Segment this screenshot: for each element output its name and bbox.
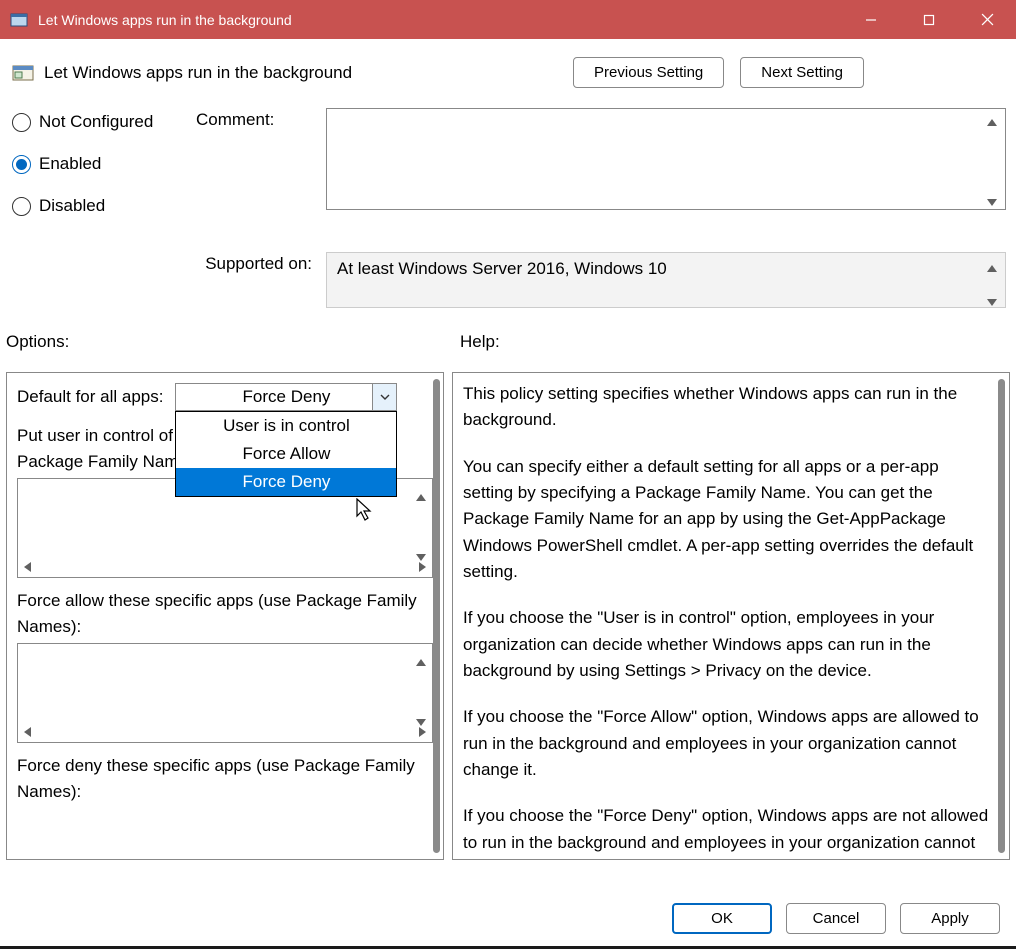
- combo-option-force-allow[interactable]: Force Allow: [176, 440, 396, 468]
- help-panel: This policy setting specifies whether Wi…: [452, 372, 1010, 860]
- radio-icon: [12, 155, 31, 174]
- default-for-all-apps-label: Default for all apps:: [17, 384, 163, 410]
- combobox-dropdown: User is in control Force Allow Force Den…: [175, 411, 397, 497]
- force-allow-label: Force allow these specific apps (use Pac…: [17, 588, 433, 639]
- close-button[interactable]: [958, 0, 1016, 39]
- help-scrollbar[interactable]: [998, 379, 1005, 853]
- help-paragraph: If you choose the "User is in control" o…: [463, 605, 989, 684]
- titlebar: Let Windows apps run in the background: [0, 0, 1016, 39]
- horizontal-scrollbar[interactable]: [18, 557, 432, 577]
- options-scrollbar[interactable]: [433, 379, 440, 853]
- window-system-icon: [10, 11, 28, 29]
- help-label: Help:: [460, 332, 500, 352]
- supported-on-field: At least Windows Server 2016, Windows 10: [326, 252, 1006, 308]
- gpedit-policy-window: Let Windows apps run in the background L…: [0, 0, 1016, 946]
- combobox-display[interactable]: Force Deny: [175, 383, 397, 411]
- state-radio-group: Not Configured Enabled Disabled: [12, 108, 196, 238]
- scroll-left-icon[interactable]: [24, 562, 31, 572]
- scroll-down-icon[interactable]: [416, 543, 428, 555]
- force-allow-listbox[interactable]: [17, 643, 433, 743]
- radio-label: Disabled: [39, 196, 105, 216]
- upper-fields: [326, 108, 1006, 238]
- supported-label: Supported on:: [196, 252, 326, 274]
- help-paragraph: You can specify either a default setting…: [463, 454, 989, 586]
- options-panel: Default for all apps: Force Deny User is…: [6, 372, 444, 860]
- force-deny-label: Force deny these specific apps (use Pack…: [17, 753, 433, 804]
- chevron-down-icon[interactable]: [372, 384, 396, 410]
- maximize-button[interactable]: [900, 0, 958, 39]
- supported-row: Supported on: At least Windows Server 20…: [0, 238, 1016, 308]
- apply-button[interactable]: Apply: [900, 903, 1000, 934]
- policy-icon: [12, 62, 34, 84]
- scroll-up-icon[interactable]: [416, 483, 428, 495]
- policy-header: Let Windows apps run in the background P…: [0, 39, 1016, 88]
- comment-label: Comment:: [196, 108, 326, 238]
- nav-buttons: Previous Setting Next Setting: [573, 57, 864, 88]
- scroll-left-icon[interactable]: [24, 727, 31, 737]
- scroll-right-icon[interactable]: [419, 727, 426, 737]
- scroll-down-icon[interactable]: [987, 193, 999, 205]
- radio-not-configured[interactable]: Not Configured: [12, 112, 196, 132]
- next-setting-button[interactable]: Next Setting: [740, 57, 864, 88]
- help-paragraph: If you choose the "Force Allow" option, …: [463, 704, 989, 783]
- scroll-up-icon[interactable]: [987, 113, 999, 125]
- scroll-up-icon[interactable]: [416, 648, 428, 660]
- comment-textarea[interactable]: [326, 108, 1006, 210]
- radio-disabled[interactable]: Disabled: [12, 196, 196, 216]
- footer-buttons: OK Cancel Apply: [672, 903, 1000, 934]
- combo-option-force-deny[interactable]: Force Deny: [176, 468, 396, 496]
- scroll-right-icon[interactable]: [419, 562, 426, 572]
- previous-setting-button[interactable]: Previous Setting: [573, 57, 724, 88]
- combo-option-user-in-control[interactable]: User is in control: [176, 412, 396, 440]
- help-paragraph: This policy setting specifies whether Wi…: [463, 381, 989, 434]
- help-paragraph: If you choose the "Force Deny" option, W…: [463, 803, 989, 860]
- radio-icon: [12, 113, 31, 132]
- radio-icon: [12, 197, 31, 216]
- window-buttons: [842, 0, 1016, 39]
- section-labels: Options: Help:: [0, 308, 1016, 352]
- policy-title: Let Windows apps run in the background: [44, 63, 573, 83]
- cancel-button[interactable]: Cancel: [786, 903, 886, 934]
- scroll-down-icon[interactable]: [987, 291, 999, 303]
- ok-button[interactable]: OK: [672, 903, 772, 934]
- options-label: Options:: [6, 332, 460, 352]
- scroll-up-icon[interactable]: [987, 257, 999, 269]
- radio-label: Not Configured: [39, 112, 153, 132]
- combobox-value: Force Deny: [243, 384, 331, 410]
- lower-section: Default for all apps: Force Deny User is…: [0, 352, 1016, 860]
- upper-section: Not Configured Enabled Disabled Comment:: [0, 88, 1016, 238]
- horizontal-scrollbar[interactable]: [18, 722, 432, 742]
- default-for-all-apps-row: Default for all apps: Force Deny User is…: [17, 383, 433, 411]
- radio-enabled[interactable]: Enabled: [12, 154, 196, 174]
- default-apps-combobox[interactable]: Force Deny User is in control Force Allo…: [175, 383, 397, 411]
- window-title: Let Windows apps run in the background: [38, 12, 842, 28]
- minimize-button[interactable]: [842, 0, 900, 39]
- supported-on-value: At least Windows Server 2016, Windows 10: [337, 259, 667, 278]
- radio-label: Enabled: [39, 154, 101, 174]
- scroll-down-icon[interactable]: [416, 708, 428, 720]
